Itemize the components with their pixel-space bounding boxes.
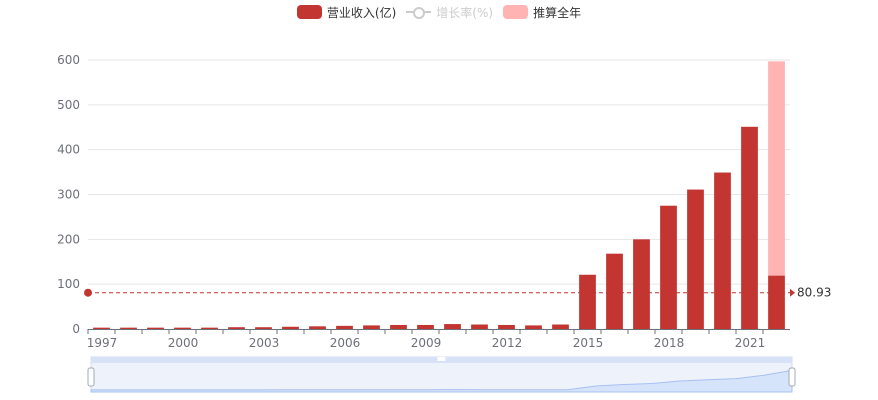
- bar-revenue-1999: [147, 327, 164, 329]
- x-tick-label: 2012: [492, 336, 523, 350]
- bar-revenue-2011: [471, 324, 488, 329]
- bar-revenue-2003: [255, 327, 272, 329]
- datazoom-move-grip[interactable]: [437, 357, 446, 361]
- bar-revenue-2012: [498, 324, 515, 329]
- chart: 营业收入(亿) 增长率(%) 推算全年 0 100 200 300 400 500 600 199…: [0, 0, 878, 400]
- bar-revenue-2010: [444, 324, 461, 329]
- x-tick-label: 2018: [654, 336, 685, 350]
- plot-area: 0 100 200 300 400 500 600 1997 2000 2003 2006 2009 2…: [57, 53, 831, 393]
- y-tick-label: 300: [57, 188, 80, 202]
- y-tick-label: 600: [57, 53, 80, 67]
- x-tick-label: 2015: [573, 336, 604, 350]
- x-tick-label: 2003: [249, 336, 280, 350]
- x-tick-label: 2009: [411, 336, 442, 350]
- bar-revenue-2009: [417, 324, 434, 329]
- bar-revenue-2014: [552, 324, 569, 329]
- bar-revenue-2020: [714, 172, 731, 329]
- bar-revenue-2004: [282, 326, 299, 329]
- y-tick-label: 100: [57, 277, 80, 291]
- y-tick-label: 500: [57, 98, 80, 112]
- bar-revenue-2005: [309, 326, 326, 329]
- x-tick-label: 2021: [735, 336, 766, 350]
- bar-revenue-2016: [606, 253, 623, 329]
- bar-revenue-2013: [525, 325, 542, 329]
- bar-revenue-2006: [336, 325, 353, 329]
- x-tick-label: 2000: [168, 336, 199, 350]
- bar-revenue-2001: [201, 327, 218, 329]
- x-tick-label: 2006: [330, 336, 361, 350]
- bar-revenue-2008: [390, 324, 407, 329]
- bar-revenue-1998: [120, 327, 137, 329]
- y-tick-label: 400: [57, 143, 80, 157]
- x-tick-label: 1997: [87, 336, 118, 350]
- bar-revenue-2018: [660, 205, 677, 329]
- reference-line-label: 80.93: [797, 286, 831, 300]
- bar-revenue-2017: [633, 239, 650, 329]
- bar-revenue-2022: [768, 275, 785, 329]
- bar-revenue-2000: [174, 327, 191, 329]
- datazoom-handle-left[interactable]: [87, 367, 95, 387]
- y-tick-label: 200: [57, 232, 80, 246]
- y-tick-label: 0: [72, 322, 80, 336]
- bar-revenue-2002: [228, 327, 245, 329]
- bar-revenue-2021: [741, 126, 758, 329]
- datazoom-handle-right[interactable]: [788, 367, 796, 387]
- reference-line-marker: [84, 288, 92, 297]
- bar-revenue-1997: [93, 327, 110, 329]
- reference-line-arrow: [790, 288, 795, 297]
- bar-revenue-2019: [687, 189, 704, 329]
- bar-revenue-2015: [579, 274, 596, 329]
- bar-estimate-2022: [768, 61, 785, 276]
- bar-revenue-2007: [363, 325, 380, 329]
